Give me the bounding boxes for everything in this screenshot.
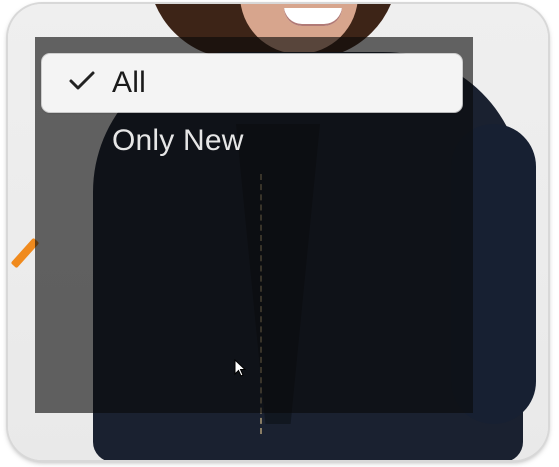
video-frame: All Only New bbox=[8, 4, 548, 460]
filter-menu: All Only New bbox=[42, 54, 462, 168]
menu-item-only-new[interactable]: Only New bbox=[42, 112, 462, 170]
menu-item-all[interactable]: All bbox=[42, 54, 462, 112]
cursor-icon bbox=[234, 359, 246, 377]
menu-item-all-label: All bbox=[112, 66, 146, 99]
check-icon bbox=[69, 71, 95, 90]
person-smile bbox=[284, 8, 342, 26]
menu-item-only-new-label: Only New bbox=[112, 124, 244, 157]
